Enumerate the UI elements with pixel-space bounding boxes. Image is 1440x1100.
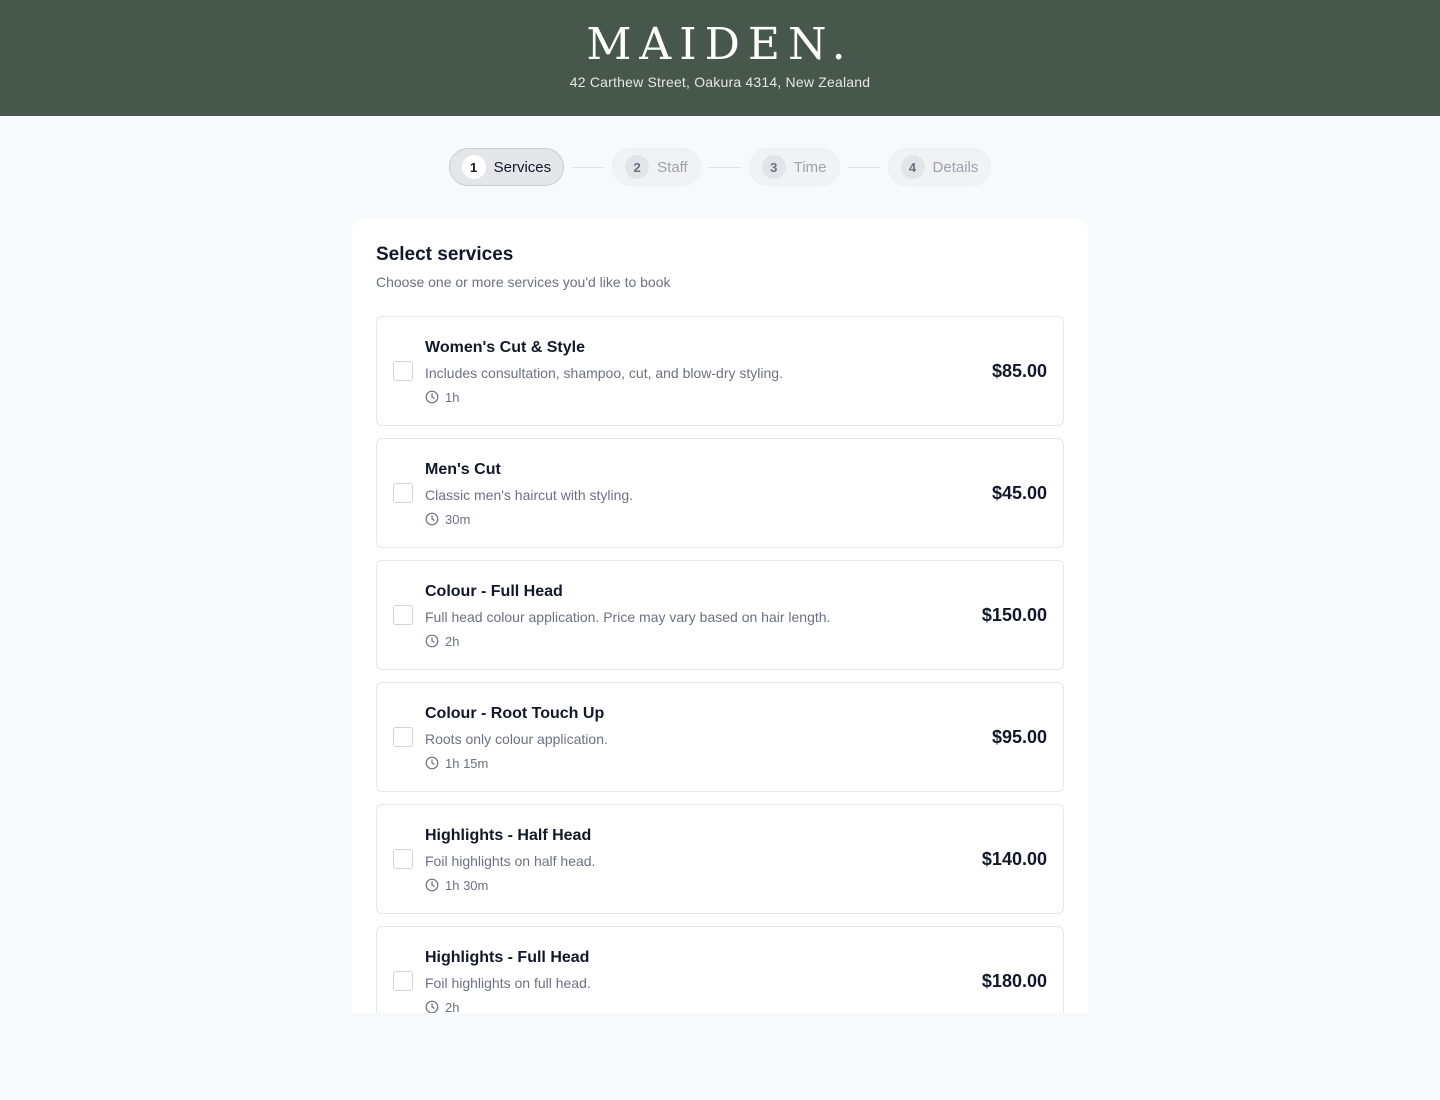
card-title: Select services [376,244,514,265]
service-price: $180.00 [981,970,1047,991]
service-info: Highlights - Full Head Foil highlights o… [425,948,982,1014]
service-item-womens-cut-style[interactable]: Women's Cut & Style Includes consultatio… [376,316,1064,426]
step-label: Details [932,158,979,176]
clock-icon [425,878,439,892]
salon-address: 42 Carthew Street, Oakura 4314, New Zeal… [569,74,871,90]
card-subtitle: Choose one or more services you'd like t… [376,274,671,290]
service-info: Colour - Full Head Full head colour appl… [425,582,982,649]
service-description: Foil highlights on full head. [425,974,591,991]
service-item-highlights-full-head[interactable]: Highlights - Full Head Foil highlights o… [376,926,1064,1013]
service-info: Women's Cut & Style Includes consultatio… [425,338,992,405]
service-description: Roots only colour application. [425,730,608,747]
service-price: $140.00 [981,848,1047,869]
service-checkbox[interactable] [393,605,413,625]
service-price: $85.00 [991,360,1047,381]
service-duration: 2h [425,999,982,1014]
step-staff[interactable]: 2 Staff [612,148,701,186]
step-connector [708,166,741,168]
services-card: Select services Choose one or more servi… [352,218,1088,1013]
service-name: Men's Cut [425,460,501,478]
step-number: 1 [461,155,486,179]
service-item-colour-full-head[interactable]: Colour - Full Head Full head colour appl… [376,560,1064,670]
duration-text: 1h [445,389,460,405]
service-price: $150.00 [981,604,1047,625]
step-number: 3 [761,155,786,179]
service-price: $95.00 [991,726,1047,747]
service-description: Includes consultation, shampoo, cut, and… [425,364,783,381]
duration-text: 2h [445,999,460,1014]
service-info: Highlights - Half Head Foil highlights o… [425,826,982,893]
duration-text: 1h 30m [445,877,489,893]
service-info: Men's Cut Classic men's haircut with sty… [425,460,992,527]
service-checkbox[interactable] [393,361,413,381]
service-description: Full head colour application. Price may … [425,608,831,625]
service-name: Colour - Root Touch Up [425,704,605,722]
service-name: Women's Cut & Style [425,338,585,356]
service-duration: 30m [425,512,992,527]
step-connector [572,166,605,168]
clock-icon [425,634,439,648]
service-price: $45.00 [991,482,1047,503]
service-item-colour-root-touch-up[interactable]: Colour - Root Touch Up Roots only colour… [376,682,1064,792]
service-item-mens-cut[interactable]: Men's Cut Classic men's haircut with sty… [376,438,1064,548]
step-label: Services [493,158,552,176]
booking-stepper: 1 Services 2 Staff 3 Time 4 Details [0,148,1440,186]
clock-icon [425,512,439,526]
step-number: 2 [625,155,650,179]
service-duration: 1h 30m [425,878,982,893]
step-time[interactable]: 3 Time [748,148,840,186]
site-header: MAIDEN. 42 Carthew Street, Oakura 4314, … [0,0,1440,116]
clock-icon [425,756,439,770]
step-services[interactable]: 1 Services [448,148,565,186]
service-description: Classic men's haircut with styling. [425,486,634,503]
step-details[interactable]: 4 Details [887,148,992,186]
service-duration: 2h [425,634,982,649]
service-info: Colour - Root Touch Up Roots only colour… [425,704,992,771]
service-checkbox[interactable] [393,483,413,503]
service-duration: 1h [425,390,992,405]
service-name: Colour - Full Head [425,582,563,600]
step-label: Time [793,158,827,176]
service-name: Highlights - Half Head [425,826,592,844]
duration-text: 1h 15m [445,755,489,771]
brand-logo[interactable]: MAIDEN. [586,20,853,70]
clock-icon [425,390,439,404]
duration-text: 2h [445,633,460,649]
service-item-highlights-half-head[interactable]: Highlights - Half Head Foil highlights o… [376,804,1064,914]
service-checkbox[interactable] [393,971,413,991]
step-label: Staff [657,158,688,176]
services-list: Women's Cut & Style Includes consultatio… [376,316,1064,1013]
step-number: 4 [900,155,925,179]
step-connector [847,166,880,168]
duration-text: 30m [445,511,471,527]
service-checkbox[interactable] [393,727,413,747]
service-duration: 1h 15m [425,756,992,771]
service-name: Highlights - Full Head [425,948,590,966]
service-description: Foil highlights on half head. [425,852,596,869]
clock-icon [425,1000,439,1013]
service-checkbox[interactable] [393,849,413,869]
